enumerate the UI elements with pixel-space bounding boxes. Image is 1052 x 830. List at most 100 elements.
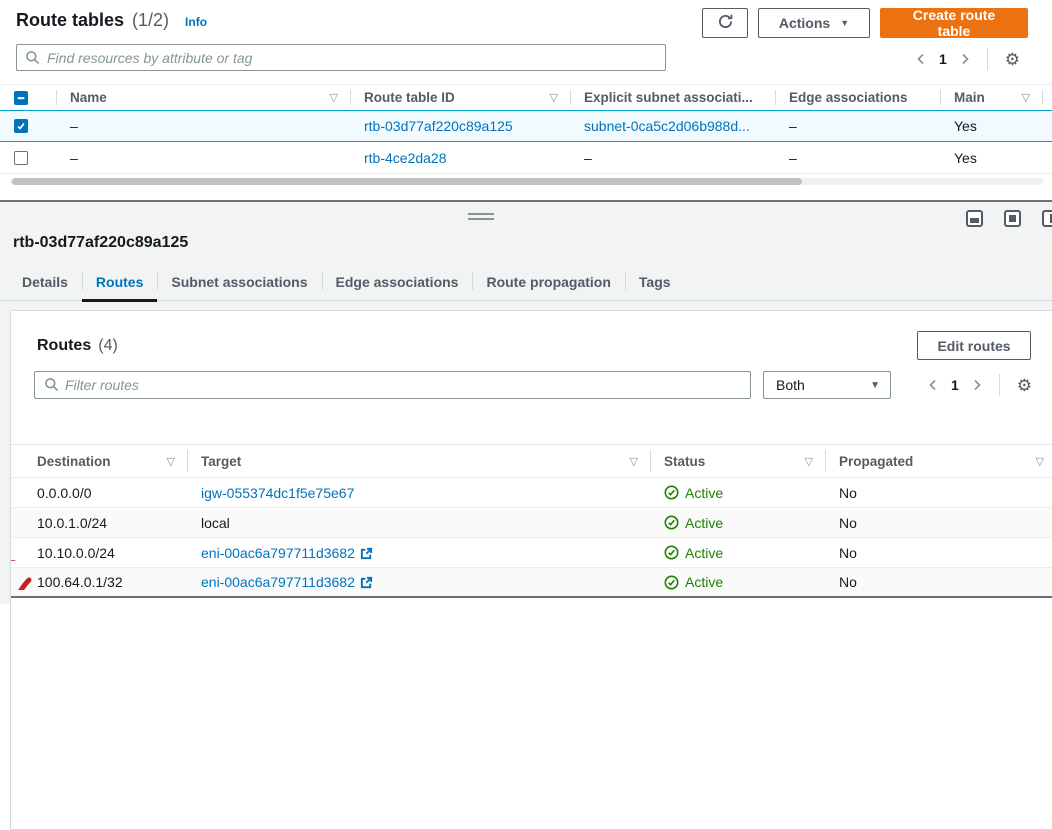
column-header-propagated[interactable]: Propagated▽: [825, 445, 1052, 477]
page-header: Route tables (1/2) Info: [16, 10, 207, 31]
resource-search: [16, 44, 666, 71]
cell-propagated: No: [825, 574, 1052, 590]
tab-route-propagation[interactable]: Route propagation: [472, 264, 624, 300]
route-table-id-link[interactable]: rtb-03d77af220c89a125: [364, 118, 513, 134]
actions-button[interactable]: Actions ▼: [758, 8, 870, 38]
chevron-right-icon[interactable]: [972, 379, 982, 391]
route-row: 0.0.0.0/0 igw-055374dc1f5e75e67 ActiveNo: [11, 478, 1052, 508]
scrollbar-thumb[interactable]: [12, 178, 802, 185]
table-row[interactable]: –rtb-4ce2da28––Yes: [0, 142, 1052, 174]
red-wave-annotation: [11, 557, 38, 561]
route-tables-table: Name▽ Route table ID▽ Explicit subnet as…: [0, 84, 1052, 174]
chevron-left-icon[interactable]: [928, 379, 938, 391]
routes-card: Routes (4) Edit routes Both ▼ 1 ⚙: [10, 310, 1052, 830]
chevron-down-icon: ▼: [840, 18, 849, 28]
cell-target: eni-00ac6a797711d3682: [187, 545, 650, 561]
info-link[interactable]: Info: [185, 15, 207, 29]
filter-mode-select[interactable]: Both ▼: [763, 371, 891, 399]
cell-route-table-id: rtb-4ce2da28: [350, 150, 570, 166]
detail-panel: rtb-03d77af220c89a125 DetailsRoutesSubne…: [0, 202, 1052, 604]
cell-status: Active: [650, 485, 825, 501]
create-route-table-button[interactable]: Create route table: [880, 8, 1028, 38]
cell-propagated: No: [825, 515, 1052, 531]
actions-button-label: Actions: [779, 15, 830, 31]
row-checkbox[interactable]: [14, 119, 28, 133]
status-active-icon: [664, 485, 679, 500]
cell-target: igw-055374dc1f5e75e67: [187, 485, 650, 501]
tab-details[interactable]: Details: [8, 264, 82, 300]
column-header-status[interactable]: Status▽: [650, 445, 825, 477]
target-link[interactable]: eni-00ac6a797711d3682: [201, 545, 355, 561]
column-header-spacer: [1042, 85, 1052, 110]
row-checkbox-cell: [0, 151, 56, 165]
column-header-name[interactable]: Name▽: [56, 85, 350, 110]
gear-icon[interactable]: ⚙: [1017, 377, 1032, 394]
filter-routes-input[interactable]: [34, 371, 751, 399]
refresh-button[interactable]: [702, 8, 748, 38]
status-text: Active: [685, 545, 723, 561]
route-tables-rows: –rtb-03d77af220c89a125subnet-0ca5c2d06b9…: [0, 110, 1052, 174]
cell-route-table-id: rtb-03d77af220c89a125: [350, 118, 570, 134]
routes-rows: 0.0.0.0/0igw-055374dc1f5e75e67ActiveNo10…: [11, 478, 1052, 598]
cell-destination: 10.10.0.0/24: [11, 545, 187, 561]
detail-tabs: DetailsRoutesSubnet associationsEdge ass…: [0, 264, 1052, 301]
routes-pagination: 1 ⚙: [928, 374, 1032, 396]
sort-icon[interactable]: ▽: [167, 455, 175, 468]
search-input[interactable]: [16, 44, 666, 71]
cell-name: –: [56, 150, 350, 166]
panel-full-icon[interactable]: [1004, 210, 1021, 227]
cell-target: eni-00ac6a797711d3682: [187, 574, 650, 590]
tab-edge-associations[interactable]: Edge associations: [322, 264, 473, 300]
chevron-left-icon[interactable]: [916, 53, 926, 65]
cell-edge-associations: –: [775, 150, 940, 166]
sort-icon[interactable]: ▽: [550, 91, 558, 104]
horizontal-scrollbar[interactable]: [10, 178, 1044, 185]
header-actions: Actions ▼ Create route table: [702, 8, 1028, 38]
tab-subnet-associations[interactable]: Subnet associations: [157, 264, 321, 300]
cell-propagated: No: [825, 485, 1052, 501]
sort-icon[interactable]: ▽: [1022, 91, 1030, 104]
select-all-checkbox[interactable]: [14, 91, 28, 105]
column-header-edge-associations[interactable]: Edge associations: [775, 85, 940, 110]
target-link[interactable]: eni-00ac6a797711d3682: [201, 574, 355, 590]
cell-destination: 0.0.0.0/0: [11, 485, 187, 501]
page-number[interactable]: 1: [939, 51, 947, 67]
tab-tags[interactable]: Tags: [625, 264, 685, 300]
target-link[interactable]: igw-055374dc1f5e75e67: [201, 485, 354, 501]
route-table-id-link[interactable]: rtb-4ce2da28: [364, 150, 447, 166]
column-header-target[interactable]: Target▽: [187, 445, 650, 477]
page-number[interactable]: 1: [951, 377, 959, 393]
panel-bottom-icon[interactable]: [966, 210, 983, 227]
gear-icon[interactable]: ⚙: [1005, 51, 1020, 68]
table-row[interactable]: –rtb-03d77af220c89a125subnet-0ca5c2d06b9…: [0, 110, 1052, 142]
tab-routes[interactable]: Routes: [82, 264, 157, 300]
cell-status: Active: [650, 574, 825, 590]
status-text: Active: [685, 515, 723, 531]
edit-routes-button[interactable]: Edit routes: [917, 331, 1031, 360]
column-header-explicit-subnet[interactable]: Explicit subnet associati...: [570, 85, 775, 110]
filter-mode-value: Both: [776, 377, 805, 393]
column-header-destination[interactable]: Destination▽: [11, 445, 187, 477]
chevron-right-icon[interactable]: [960, 53, 970, 65]
panel-layout-controls: [966, 210, 1052, 227]
column-header-route-table-id[interactable]: Route table ID▽: [350, 85, 570, 110]
routes-card-header: Routes (4): [37, 337, 118, 355]
sort-icon[interactable]: ▽: [630, 455, 638, 468]
status-active-icon: [664, 545, 679, 560]
cell-main: Yes: [940, 118, 1042, 134]
panel-side-icon[interactable]: [1042, 210, 1052, 227]
sort-icon[interactable]: ▽: [805, 455, 813, 468]
red-check-annotation: [11, 577, 36, 590]
sort-icon[interactable]: ▽: [1036, 455, 1044, 468]
row-checkbox[interactable]: [14, 151, 28, 165]
subnet-link[interactable]: subnet-0ca5c2d06b988d...: [584, 118, 750, 134]
sort-icon[interactable]: ▽: [330, 91, 338, 104]
cell-explicit-subnet: subnet-0ca5c2d06b988d...: [570, 118, 775, 134]
detail-panel-title: rtb-03d77af220c89a125: [13, 234, 188, 252]
status-text: Active: [685, 574, 723, 590]
drag-handle-icon[interactable]: [468, 213, 494, 220]
column-header-main[interactable]: Main▽: [940, 85, 1042, 110]
cell-status: Active: [650, 545, 825, 561]
page-title: Route tables: [16, 10, 124, 31]
edit-routes-label: Edit routes: [937, 338, 1010, 354]
